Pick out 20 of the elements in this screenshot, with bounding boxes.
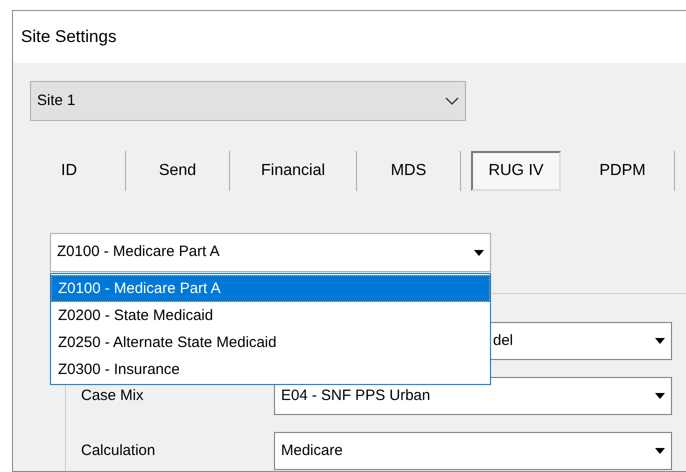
dropdown-arrow-icon	[474, 250, 484, 256]
payer-dropdown[interactable]: Z0100 - Medicare Part A	[50, 233, 491, 272]
dropdown-option[interactable]: Z0100 - Medicare Part A	[51, 275, 490, 302]
field-label: Case Mix	[81, 386, 144, 404]
chevron-icon	[445, 96, 459, 106]
dropdown-arrow-icon	[655, 393, 665, 399]
tab[interactable]: RUG IV	[471, 151, 561, 191]
tab[interactable]: MDS	[357, 151, 461, 191]
tab[interactable]: PDPM	[571, 151, 675, 191]
select-field[interactable]: Medicare	[274, 432, 672, 470]
dropdown-option[interactable]: Z0200 - State Medicaid	[51, 302, 490, 329]
tab[interactable]: Financial	[230, 151, 357, 191]
window-title: Site Settings	[21, 26, 116, 48]
dropdown-option[interactable]: Z0250 - Alternate State Medicaid	[51, 329, 490, 356]
tab[interactable]: Send	[126, 151, 230, 191]
site-dropdown[interactable]: Site 1	[30, 81, 466, 121]
tab[interactable]: ID	[13, 151, 126, 191]
dropdown-arrow-icon	[655, 338, 665, 344]
dropdown-arrow-icon	[655, 448, 665, 454]
field-label: Calculation	[81, 442, 156, 459]
